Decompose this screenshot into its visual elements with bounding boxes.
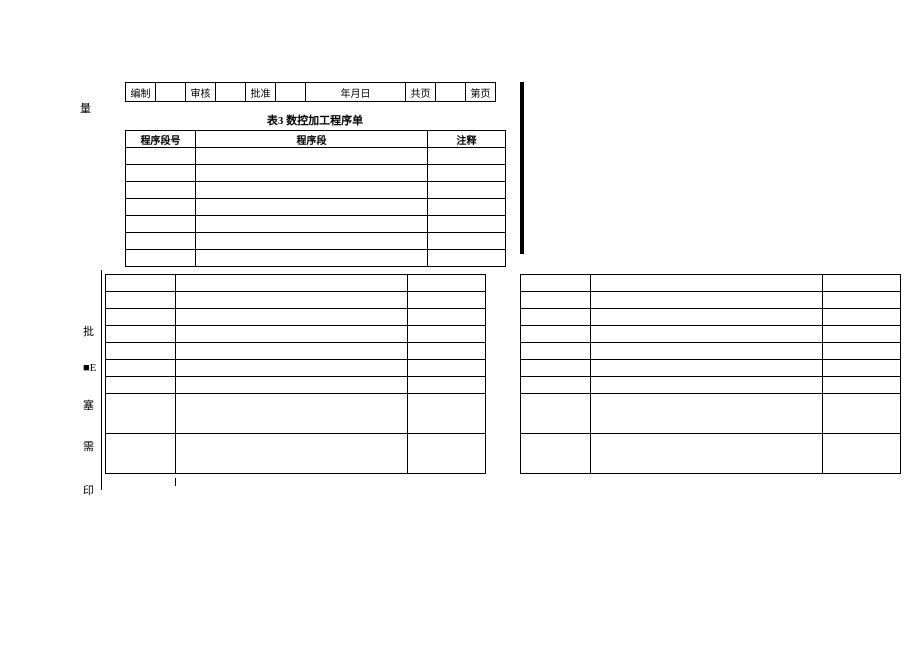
table-row <box>106 343 486 360</box>
header-cell-blank1 <box>156 83 186 102</box>
program-table: 程序段号 程序段 注释 <box>125 130 506 267</box>
table-row <box>521 343 901 360</box>
table-row <box>521 360 901 377</box>
table-row <box>126 233 506 250</box>
table-row <box>126 182 506 199</box>
program-header-row: 程序段号 程序段 注释 <box>126 131 506 148</box>
table-row <box>106 275 486 292</box>
table-row <box>106 394 486 434</box>
table-row <box>106 360 486 377</box>
table-row <box>106 377 486 394</box>
table-row <box>106 309 486 326</box>
header-cell-date: 年月日 <box>306 83 406 102</box>
bottom-left-table <box>105 274 486 474</box>
header-cell-pizhun: 批准 <box>246 83 276 102</box>
tick-mark <box>175 478 176 486</box>
table-row <box>521 434 901 474</box>
table-row <box>126 165 506 182</box>
header-cell-shenhe: 审核 <box>186 83 216 102</box>
side-label-pi: 批 <box>83 323 94 339</box>
table3-title: 表3 数控加工程序单 <box>125 112 505 128</box>
table-row <box>521 292 901 309</box>
table-row <box>521 83 524 102</box>
program-header-comment: 注释 <box>428 131 506 148</box>
table-row <box>521 394 901 434</box>
table-row <box>521 140 524 159</box>
side-label-liang: 量 <box>80 100 91 116</box>
header-cell-pageno: 第页 <box>466 83 496 102</box>
header-cell-blank4 <box>436 83 466 102</box>
bottom-right-table <box>520 274 901 474</box>
table-row <box>521 377 901 394</box>
header-cell-totalpage: 共页 <box>406 83 436 102</box>
table-row <box>106 434 486 474</box>
table-row <box>521 178 524 197</box>
header-cell-blank3 <box>276 83 306 102</box>
table-row <box>126 250 506 267</box>
header-approval-table: 编制 审核 批准 年月日 共页 第页 <box>125 82 496 102</box>
table-row <box>521 159 524 178</box>
header-cell-blank2 <box>216 83 246 102</box>
table-row <box>126 148 506 165</box>
table-row <box>521 235 524 254</box>
table-row <box>521 275 901 292</box>
table-row <box>521 309 901 326</box>
table-row <box>521 197 524 216</box>
table-row <box>126 216 506 233</box>
table-row <box>521 102 524 121</box>
side-label-xu: 需 <box>83 438 94 454</box>
program-header-seg: 程序段 <box>196 131 428 148</box>
page-left-top: 编制 审核 批准 年月日 共页 第页 表3 数控加工程序单 程序段号 程序段 注… <box>85 0 506 267</box>
program-header-segno: 程序段号 <box>126 131 196 148</box>
side-label-sai: 塞 <box>83 397 94 413</box>
header-cell-bianzhi: 编制 <box>126 83 156 102</box>
table-row <box>521 216 524 235</box>
bottom-left-vline <box>101 270 102 490</box>
table-row <box>521 326 901 343</box>
table-row <box>521 121 524 140</box>
header-row: 编制 审核 批准 年月日 共页 第页 <box>126 83 496 102</box>
side-label-yin: 印 <box>83 482 94 498</box>
table-row <box>106 292 486 309</box>
table-row <box>106 326 486 343</box>
continuation-table-top <box>520 82 524 254</box>
table-row <box>126 199 506 216</box>
side-label-e: ■E <box>83 362 96 374</box>
